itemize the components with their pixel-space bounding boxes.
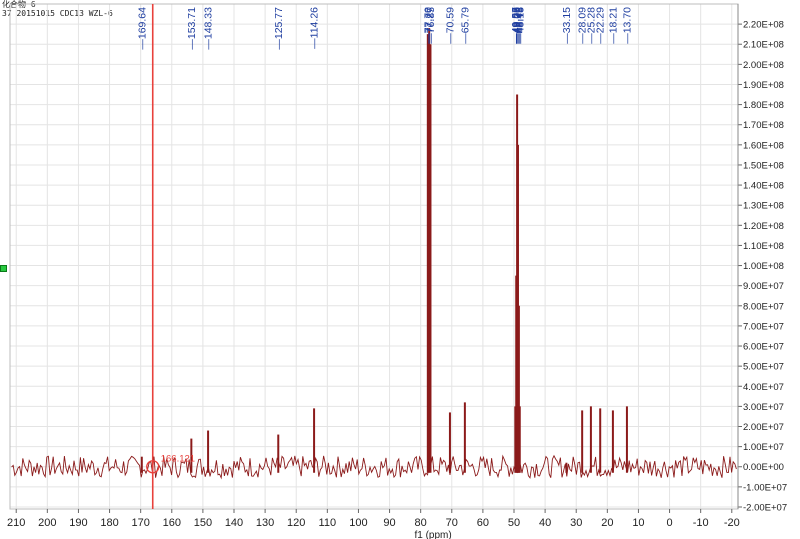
x-tick-label: 190 <box>69 517 87 529</box>
y-tick-label: 1.30E+08 <box>743 201 784 212</box>
y-tick-label: 2.20E+08 <box>743 20 784 31</box>
y-tick-label: 1.00E+07 <box>743 442 784 453</box>
peak-label: —70.59 <box>444 7 456 44</box>
peak-label: —48.15 <box>514 7 526 44</box>
y-tick-label: -1.00E+07 <box>743 482 787 493</box>
peak-label: —114.26 <box>309 7 321 49</box>
x-tick-label: 210 <box>7 517 25 529</box>
peak-label: —148.33 <box>203 7 215 50</box>
x-tick-label: 30 <box>570 517 582 529</box>
peak-label-layer: —169.64 —153.71 —148.33 —125.77 —114.26 —77.7… <box>136 7 633 50</box>
x-tick-label: 170 <box>131 517 149 529</box>
y-tick-label: 0.00E+00 <box>743 462 784 473</box>
x-tick-label: 120 <box>287 517 305 529</box>
x-tick-label: 40 <box>539 517 551 529</box>
y-tick-label: 1.60E+08 <box>743 140 784 151</box>
x-tick-label: 110 <box>319 517 337 529</box>
plot-frame <box>9 3 739 510</box>
x-tick-label: -10 <box>693 517 709 529</box>
x-tick-label: 20 <box>601 517 613 529</box>
y-tick-label: 4.00E+07 <box>743 382 784 393</box>
y-tick-label: 1.50E+08 <box>743 160 784 171</box>
x-tick-label: 180 <box>100 517 118 529</box>
x-tick-label: 130 <box>256 517 274 529</box>
y-tick-label: -2.00E+07 <box>743 502 787 513</box>
x-tick-label: -20 <box>724 517 740 529</box>
y-tick-label: 1.20E+08 <box>743 221 784 232</box>
spectrum-trace-layer <box>11 28 737 480</box>
y-tick-label: 1.80E+08 <box>743 100 784 111</box>
y-tick-label: 2.00E+08 <box>743 60 784 71</box>
x-tick-label: 60 <box>477 517 489 529</box>
x-tick-label: 0 <box>666 517 672 529</box>
peak-label: —153.71 <box>186 7 198 50</box>
y-tick-label: 9.00E+07 <box>743 281 784 292</box>
y-tick-label: 6.00E+07 <box>743 342 784 353</box>
x-tick-label: 80 <box>415 517 427 529</box>
cursor-layer[interactable]: 166.121 <box>146 4 195 509</box>
x-tick-label: 150 <box>194 517 212 529</box>
y-tick-label: 5.00E+07 <box>743 362 784 373</box>
peak-label: —22.29 <box>595 7 607 44</box>
x-tick-label: 70 <box>446 517 458 529</box>
y-tick-label: 3.00E+07 <box>743 402 784 413</box>
cursor-readout: 166.121 <box>161 454 195 465</box>
x-tick-label: 50 <box>508 517 520 529</box>
peak-label: —65.79 <box>459 7 471 44</box>
y-tick-label: 2.00E+07 <box>743 422 784 433</box>
x-tick-label: 160 <box>163 517 181 529</box>
x-tick-label: 100 <box>349 517 367 529</box>
peak-label: —125.77 <box>273 7 285 50</box>
peak-label: —33.15 <box>561 7 573 44</box>
peak-label: —13.70 <box>621 7 633 44</box>
y-tick-label: 2.10E+08 <box>743 40 784 51</box>
y-tick-label: 1.00E+08 <box>743 261 784 272</box>
x-tick-label: 90 <box>383 517 395 529</box>
y-tick-label: 1.40E+08 <box>743 181 784 192</box>
y-tick-label: 7.00E+07 <box>743 321 784 332</box>
y-tick-label: 1.10E+08 <box>743 241 784 252</box>
peak-label: —76.85 <box>425 7 437 44</box>
x-tick-label: 200 <box>38 517 56 529</box>
y-tick-label: 1.70E+08 <box>743 120 784 131</box>
x-tick-label: 140 <box>225 517 243 529</box>
peak-label: —169.64 <box>136 7 148 50</box>
x-axis-title: f1 (ppm) <box>414 530 451 539</box>
y-tick-label: 1.90E+08 <box>743 80 784 91</box>
nmr-spectrum-chart[interactable]: 210 200 190 180 170 160 150 140 130 120 110 100 90 80… <box>0 0 800 539</box>
x-tick-label: 10 <box>632 517 644 529</box>
peak-label: —18.21 <box>607 7 619 44</box>
y-tick-label: 8.00E+07 <box>743 301 784 312</box>
grid-layer <box>10 4 738 509</box>
